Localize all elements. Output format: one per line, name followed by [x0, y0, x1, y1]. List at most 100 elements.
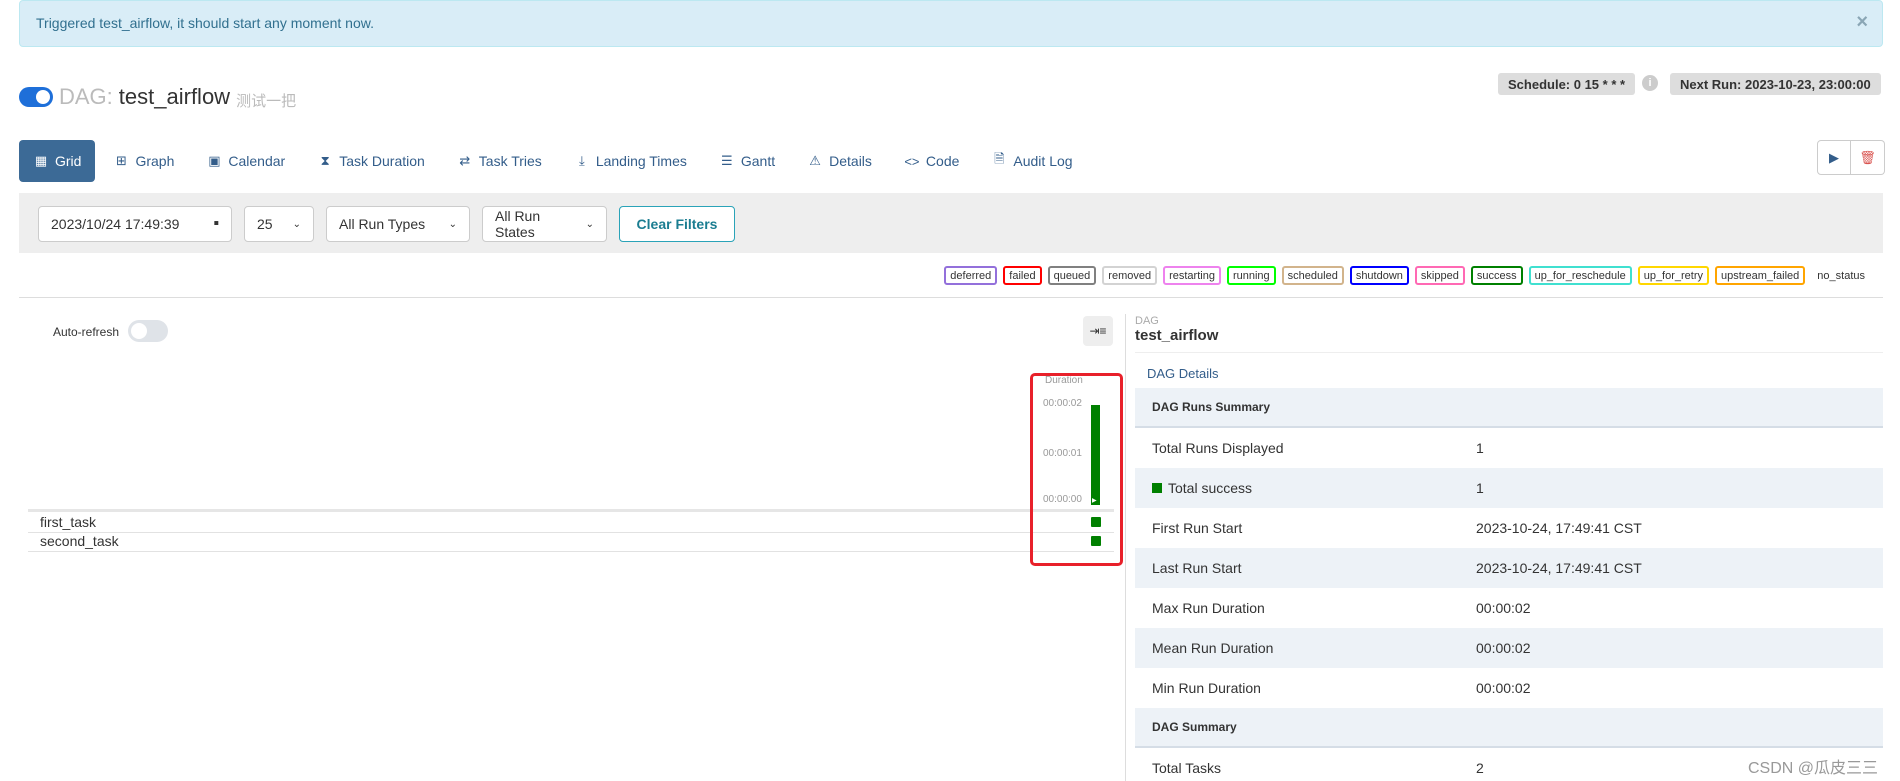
tab-label: Grid [55, 153, 82, 169]
calendar-icon: ▣ [208, 153, 221, 168]
tab-label: Task Duration [339, 153, 425, 169]
legend-up-for-reschedule[interactable]: up_for_reschedule [1528, 266, 1632, 285]
trash-icon: 🗑 [1859, 149, 1876, 165]
summary-value: 2023-10-24, 17:49:41 CST [1476, 520, 1642, 536]
tab-label: Audit Log [1013, 153, 1073, 169]
chevron-down-icon: ⌄ [448, 218, 457, 230]
summary-value: 1 [1476, 440, 1484, 456]
collapse-details-button[interactable]: ⇥≡ [1083, 316, 1113, 346]
alert-message: Triggered test_airflow, it should start … [36, 15, 374, 31]
dag-actions: ▶ 🗑 [1817, 140, 1885, 175]
summary-key: Max Run Duration [1152, 600, 1265, 616]
auto-refresh-toggle[interactable] [128, 320, 168, 342]
tab-label: Gantt [740, 153, 776, 169]
legend-running[interactable]: running [1226, 266, 1276, 285]
tab-code[interactable]: <> Code [890, 140, 973, 182]
tab-graph[interactable]: ⊞ Graph [99, 140, 188, 182]
dag-summary-header: DAG Summary [1135, 708, 1883, 748]
dag-description: 测试一把 [236, 92, 297, 110]
legend-queued[interactable]: queued [1047, 266, 1097, 285]
collapse-icon: ⇥≡ [1089, 324, 1107, 338]
filter-bar: 2023/10/24 17:49:39 ▪ 25 ⌄ All Run Types… [19, 193, 1883, 253]
dag-details-link[interactable]: DAG Details [1147, 366, 1219, 381]
summary-row: Total Runs Displayed 1 [1135, 428, 1883, 468]
legend-deferred[interactable]: deferred [944, 266, 998, 285]
row-divider [28, 532, 1114, 533]
schedule-badge: Schedule: 0 15 * * * [1498, 73, 1636, 95]
task-name[interactable]: first_task [40, 514, 96, 530]
summary-key: First Run Start [1152, 520, 1243, 536]
grid-icon: ▦ [34, 153, 48, 168]
legend-skipped[interactable]: skipped [1414, 266, 1465, 285]
legend-up-for-retry[interactable]: up_for_retry [1637, 266, 1710, 285]
summary-key: Total Tasks [1152, 760, 1221, 776]
run-type-select[interactable]: All Run Types ⌄ [326, 206, 470, 242]
delete-dag-button[interactable]: 🗑 [1851, 140, 1885, 175]
dag-summary-table: DAG Runs Summary Total Runs Displayed 1 To… [1135, 388, 1883, 781]
graph-icon: ⊞ [116, 153, 127, 168]
legend-failed[interactable]: failed [1003, 266, 1042, 285]
legend-removed[interactable]: removed [1102, 266, 1158, 285]
summary-key: Last Run Start [1152, 560, 1242, 576]
legend-scheduled[interactable]: scheduled [1281, 266, 1344, 285]
state-legend: deferred failed queued removed restarting run… [944, 266, 1871, 285]
legend-shutdown[interactable]: shutdown [1349, 266, 1409, 285]
hourglass-icon: ⧗ [320, 153, 330, 168]
tab-calendar[interactable]: ▣ Calendar [192, 140, 299, 182]
base-date-value: 2023/10/24 17:49:39 [51, 216, 180, 232]
summary-row: Min Run Duration 00:00:02 [1135, 668, 1883, 708]
tab-label: Landing Times [595, 153, 687, 169]
legend-restarting[interactable]: restarting [1163, 266, 1221, 285]
task-name[interactable]: second_task [40, 533, 119, 549]
next-run-badge: Next Run: 2023-10-23, 23:00:00 [1670, 73, 1881, 95]
plane-landing-icon: ⤓ [578, 153, 585, 168]
code-icon: <> [904, 153, 920, 169]
tab-label: Task Tries [478, 153, 542, 169]
summary-value: 00:00:02 [1476, 600, 1531, 616]
tab-task-duration[interactable]: ⧗ Task Duration [303, 140, 439, 182]
calendar-icon: ▪ [213, 215, 219, 232]
chevron-down-icon: ⌄ [585, 218, 594, 230]
legend-upstream-failed[interactable]: upstream_failed [1715, 266, 1806, 285]
divider [1135, 352, 1883, 353]
grid-divider [28, 509, 1114, 512]
audit-log-icon: 🗎 [994, 151, 1005, 166]
dag-prefix: DAG: [59, 84, 113, 109]
tab-details[interactable]: ⚠ Details [793, 140, 886, 182]
run-state-select[interactable]: All Run States ⌄ [482, 206, 607, 242]
tab-grid[interactable]: ▦ Grid [19, 140, 96, 182]
legend-no-status[interactable]: no_status [1811, 266, 1871, 285]
highlight-box [1030, 373, 1123, 566]
run-state-value: All Run States [495, 208, 541, 240]
retry-icon: ⇄ [459, 153, 471, 168]
summary-row: Last Run Start 2023-10-24, 17:49:41 CST [1135, 548, 1883, 588]
tab-label: Graph [135, 153, 175, 169]
summary-key: Total success [1168, 480, 1253, 496]
summary-value: 00:00:02 [1476, 640, 1531, 656]
tab-landing-times[interactable]: ⤓ Landing Times [560, 140, 701, 182]
info-icon[interactable]: i [1642, 75, 1658, 91]
panel-divider [1125, 314, 1126, 781]
base-date-input[interactable]: 2023/10/24 17:49:39 ▪ [38, 206, 232, 242]
clear-filters-button[interactable]: Clear Filters [619, 206, 735, 242]
row-divider [28, 551, 1114, 552]
dag-pause-toggle[interactable] [19, 87, 53, 107]
details-label: DAG [1135, 315, 1159, 327]
close-icon[interactable]: × [1856, 11, 1868, 34]
summary-key: Min Run Duration [1152, 680, 1261, 696]
tab-label: Code [925, 153, 960, 169]
tab-gantt[interactable]: ☰ Gantt [705, 140, 789, 182]
summary-value: 00:00:02 [1476, 680, 1531, 696]
dag-title-bar: DAG: test_airflow 测试一把 [19, 82, 296, 112]
legend-success[interactable]: success [1470, 266, 1523, 285]
tab-task-tries[interactable]: ⇄ Task Tries [443, 140, 556, 182]
num-runs-select[interactable]: 25 ⌄ [244, 206, 314, 242]
success-swatch [1152, 483, 1162, 493]
run-type-value: All Run Types [339, 216, 426, 232]
trigger-dag-button[interactable]: ▶ [1817, 140, 1851, 175]
summary-key: Mean Run Duration [1152, 640, 1274, 656]
tab-audit-log[interactable]: 🗎 Audit Log [977, 140, 1086, 182]
warning-triangle-icon: ⚠ [809, 153, 821, 168]
summary-value: 2023-10-24, 17:49:41 CST [1476, 560, 1642, 576]
summary-key: Total Runs Displayed [1152, 440, 1284, 456]
